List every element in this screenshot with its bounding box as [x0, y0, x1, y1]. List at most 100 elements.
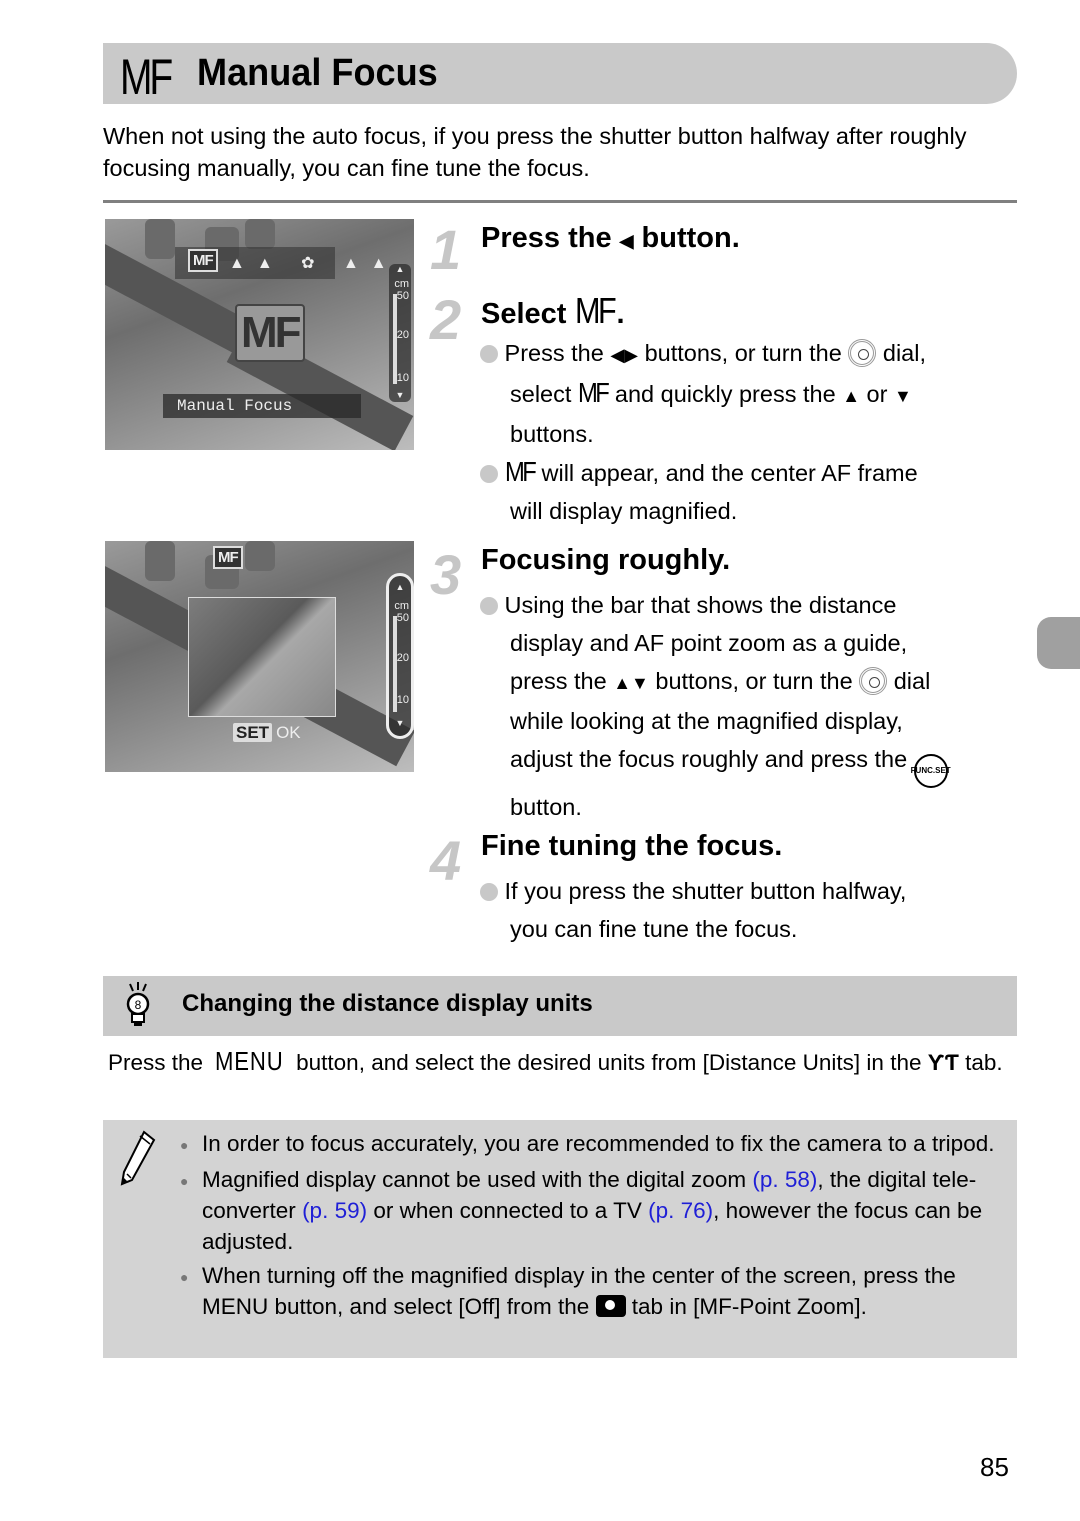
bullet-text: dial: [893, 668, 931, 694]
scale-up-arrow-icon: ▲: [395, 582, 405, 592]
step-number: 2: [430, 288, 462, 351]
step-title: Fine tuning the focus.: [481, 830, 783, 862]
step-title-text: Press the: [481, 222, 612, 254]
bottle-graphic: [145, 219, 175, 259]
bullet-text: and quickly press the: [614, 381, 836, 407]
scale-down-arrow-icon: ▼: [395, 390, 405, 400]
bullet-icon: [480, 597, 498, 615]
camera-tab-icon: [595, 1295, 626, 1317]
bullet-icon: ●: [180, 1269, 189, 1285]
note-text: Magnified display cannot be used with th…: [202, 1164, 1010, 1257]
down-arrow-icon: ▼: [893, 386, 912, 406]
bullet-item: Using the bar that shows the distance di…: [480, 586, 1040, 826]
pencil-icon: [120, 1130, 156, 1186]
control-dial-icon: [859, 667, 888, 695]
bullet-item: Press the ◀▶ buttons, or turn the dial, …: [480, 334, 1020, 453]
bullet-item: If you press the shutter button halfway,…: [480, 872, 1020, 948]
bullet-text: buttons, or turn the: [655, 668, 853, 694]
camera-screen-mode-select: MF ▲▲ ✿ ▲▲ MF ▲ cm 50 20 10 ▼ Manual Foc…: [105, 219, 414, 450]
bullet-continuation: select MF and quickly press the ▲ or ▼: [480, 374, 1020, 415]
menu-button-icon: MENU: [215, 1046, 284, 1076]
bullet-text: while looking at the magnified display,: [510, 708, 903, 734]
ok-label: OK: [276, 723, 301, 742]
bottle-graphic: [245, 219, 275, 249]
up-arrow-icon: ▲: [842, 386, 861, 406]
control-dial-icon: [848, 339, 877, 367]
scale-down-arrow-icon: ▼: [395, 718, 405, 728]
mf-mode-icon: MF: [213, 546, 243, 569]
step-title-text: button.: [641, 222, 740, 254]
page-link-76[interactable]: (p. 76): [648, 1198, 713, 1223]
step-title: Select MF.: [481, 290, 625, 332]
scale-mark: 50: [396, 612, 409, 624]
note-text-part: or when connected to a TV: [373, 1198, 642, 1223]
note-text-part: tab in [MF-Point Zoom].: [631, 1294, 867, 1319]
camera-screen-magnified: MF ▲ cm 50 20 10 ▼ SET OK: [105, 541, 414, 772]
scale-mark: 50: [396, 290, 409, 302]
page-link-58[interactable]: (p. 58): [752, 1167, 817, 1192]
chapter-side-tab: [1037, 617, 1080, 669]
page-title: Manual Focus: [197, 52, 438, 94]
mf-icon: MF: [574, 290, 617, 331]
bullet-item: MF will appear, and the center AF frame …: [480, 453, 1020, 530]
set-label: SET: [935, 766, 951, 775]
step-2-bullets: Press the ◀▶ buttons, or turn the dial, …: [480, 334, 1020, 530]
focus-mode-icons: ▲▲ ✿ ▲▲: [229, 255, 399, 272]
func-set-button-icon: FUNC. SET: [910, 753, 951, 788]
step-3-bullets: Using the bar that shows the distance di…: [480, 586, 1040, 826]
mf-icon: MF: [120, 49, 173, 105]
mode-caption: Manual Focus: [163, 394, 361, 418]
bullet-icon: [480, 883, 498, 901]
mf-icon: MF: [577, 377, 610, 408]
tip-title: Changing the distance display units: [182, 990, 593, 1017]
note-text: In order to focus accurately, you are re…: [202, 1131, 995, 1156]
page-number: 85: [980, 1452, 1009, 1482]
step-number: 3: [430, 543, 462, 606]
up-down-arrows-icon: ▲▼: [613, 673, 649, 693]
scale-unit: cm: [394, 600, 409, 612]
bullet-text: buttons, or turn the: [644, 340, 842, 366]
bullet-text: adjust the focus roughly and press the: [510, 746, 908, 772]
tip-text: button, and select the desired units fro…: [296, 1050, 922, 1075]
note-text-part: Magnified display cannot be used with th…: [202, 1167, 747, 1192]
note-item: ● In order to focus accurately, you are …: [180, 1128, 1010, 1161]
distance-scale: ▲ cm 50 20 10 ▼: [389, 264, 411, 402]
scale-mark: 20: [396, 329, 409, 341]
tip-body: Press the MENU button, and select the de…: [108, 1046, 1023, 1078]
magnified-af-frame: [188, 597, 336, 717]
note-item: ● Magnified display cannot be used with …: [180, 1164, 1010, 1257]
bullet-text: will appear, and the center AF frame: [541, 460, 918, 486]
settings-tab-icon: ƳƬ: [927, 1050, 959, 1075]
bullet-text: Press the: [504, 340, 604, 366]
bullet-text: display and AF point zoom as a guide,: [510, 630, 908, 656]
tip-text: Press the: [108, 1050, 204, 1075]
bottle-graphic: [145, 541, 175, 581]
svg-text:8: 8: [135, 998, 142, 1012]
bullet-icon: ●: [180, 1173, 189, 1189]
bullet-continuation: adjust the focus roughly and press the F…: [480, 740, 1040, 788]
divider: [103, 200, 1017, 203]
bullet-text: will display magnified.: [510, 498, 738, 524]
intro-paragraph: When not using the auto focus, if you pr…: [103, 123, 967, 181]
page-link-59[interactable]: (p. 59): [302, 1198, 367, 1223]
note-item: ● When turning off the magnified display…: [180, 1260, 1010, 1322]
left-right-arrows-icon: ◀▶: [610, 345, 639, 365]
step-title-text: .: [616, 298, 625, 330]
step-number: 4: [430, 829, 462, 892]
lightbulb-icon: 8: [126, 982, 150, 1026]
bullet-text: Using the bar that shows the distance: [504, 592, 897, 618]
bullet-text: you can fine tune the focus.: [510, 916, 798, 942]
scale-up-arrow-icon: ▲: [395, 264, 405, 274]
bullet-text: button.: [510, 793, 582, 820]
bullet-icon: ●: [180, 1137, 189, 1153]
mf-large-icon: MF: [235, 304, 305, 362]
distance-scale: ▲ cm 50 20 10 ▼: [386, 573, 414, 739]
left-arrow-icon: ◀: [619, 231, 634, 251]
func-label: FUNC.: [910, 766, 936, 775]
step-number: 1: [430, 218, 462, 281]
bullet-text: or: [866, 381, 888, 407]
scale-unit: cm: [394, 278, 409, 290]
bullet-text: If you press the shutter button halfway,: [504, 878, 907, 904]
scale-mark: 10: [396, 694, 409, 706]
bullet-icon: [480, 465, 498, 483]
